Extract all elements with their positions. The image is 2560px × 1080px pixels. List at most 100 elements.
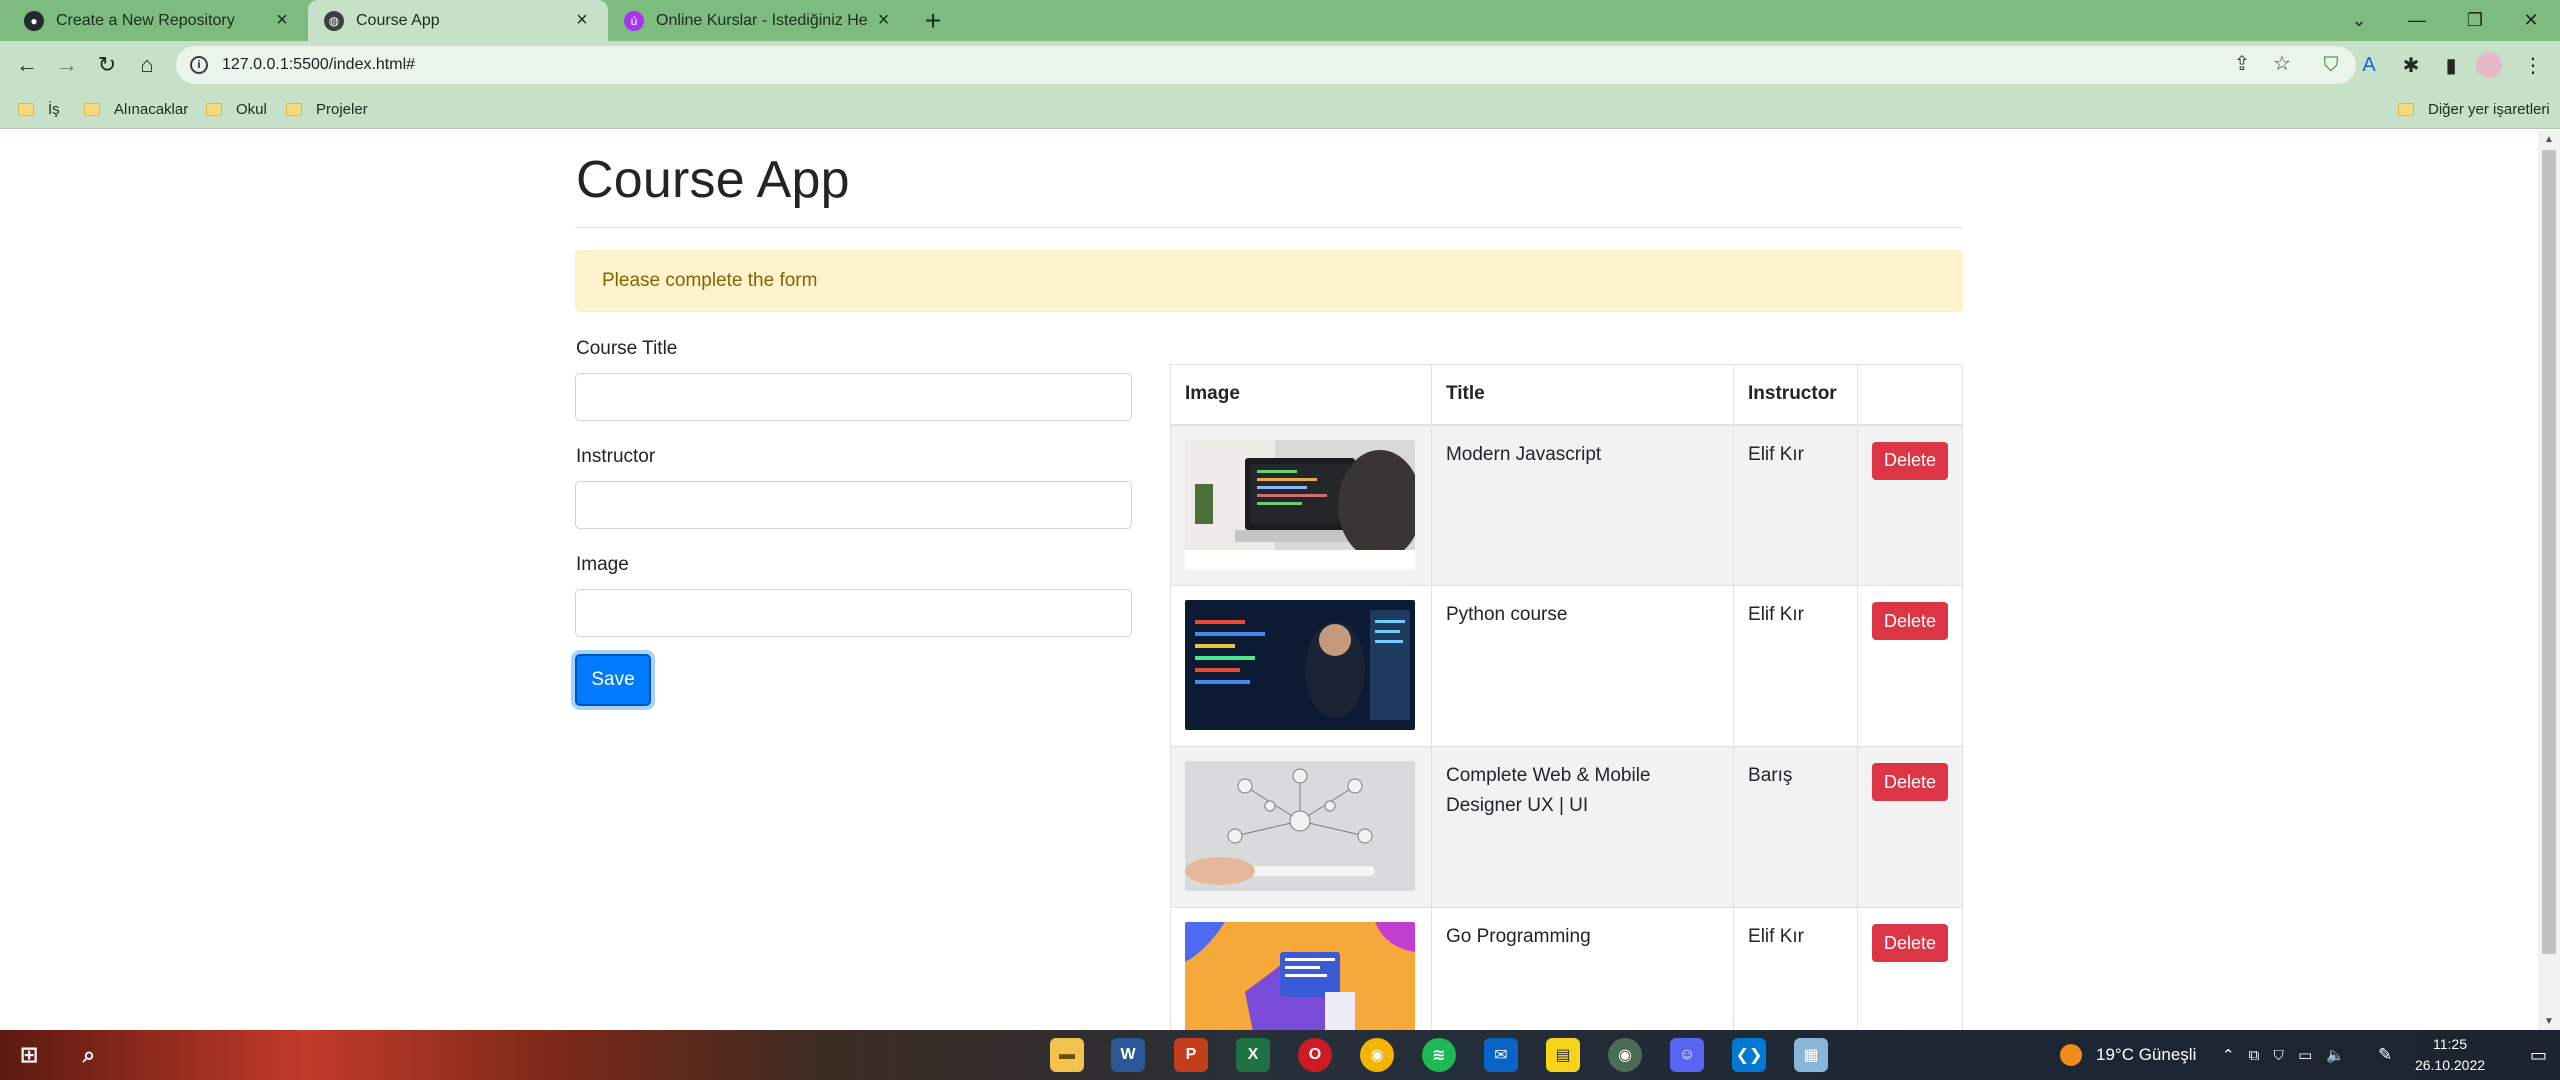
tab-search-icon[interactable]: ⌄ [2330, 0, 2388, 41]
word-icon[interactable]: W [1111, 1038, 1145, 1072]
folder-icon [18, 102, 34, 116]
home-icon[interactable]: ⌂ [130, 49, 164, 81]
minimize-icon[interactable]: — [2388, 0, 2446, 41]
scroll-up-arrow-icon[interactable]: ▲ [2538, 130, 2560, 148]
actions-cell: Delete [1856, 907, 1964, 1030]
mail-icon[interactable]: ✉ [1484, 1038, 1518, 1072]
save-button[interactable]: Save [575, 654, 651, 706]
tab-title: Create a New Repository [56, 11, 235, 29]
notifications-icon[interactable]: ▭ [2530, 1030, 2547, 1080]
profile-avatar[interactable] [2474, 50, 2504, 80]
instructor-cell: Barış [1733, 746, 1858, 908]
page-title: Course App [576, 151, 850, 209]
bookmark-label: Projeler [316, 100, 368, 118]
delete-button[interactable]: Delete [1871, 602, 1948, 640]
title-cell: Modern Javascript [1430, 424, 1735, 586]
translate-extension-icon[interactable]: A [2354, 50, 2384, 80]
instructor-input[interactable] [575, 481, 1132, 529]
image-cell [1170, 746, 1432, 908]
table-row: Complete Web & Mobile Designer UX | UI B… [1170, 746, 1964, 908]
menu-icon[interactable]: ⋮ [2518, 50, 2548, 80]
instructor-cell: Elif Kır [1733, 585, 1858, 747]
side-panel-icon[interactable]: ▮ [2436, 50, 2466, 80]
title-cell: Python course [1430, 585, 1735, 747]
forward-icon[interactable]: → [50, 49, 84, 81]
column-header-image: Image [1170, 364, 1432, 426]
close-window-icon[interactable]: ✕ [2502, 0, 2560, 41]
chrome-active-icon[interactable]: ◉ [1608, 1038, 1642, 1072]
excel-icon[interactable]: X [1236, 1038, 1270, 1072]
powerpoint-icon[interactable]: P [1174, 1038, 1208, 1072]
folder-icon [2398, 102, 2414, 116]
table-header-row: Image Title Instructor [1170, 364, 1964, 426]
sticky-notes-icon[interactable]: ▤ [1546, 1038, 1580, 1072]
vscode-icon[interactable]: ❮❯ [1732, 1038, 1766, 1072]
column-header-title: Title [1430, 364, 1735, 426]
close-icon[interactable]: × [272, 9, 292, 31]
image-label: Image [576, 554, 629, 575]
image-cell [1170, 585, 1432, 747]
delete-button[interactable]: Delete [1871, 763, 1948, 801]
bookmark-folder-alinacaklar[interactable]: Alınacaklar [84, 97, 188, 121]
bookmark-folder-other[interactable]: Diğer yer işaretleri [2398, 97, 2550, 121]
delete-button[interactable]: Delete [1871, 924, 1948, 962]
tab-online-kurslar[interactable]: ú Online Kurslar - İstediğiniz Her Şeyi … [608, 0, 908, 41]
course-thumbnail-go [1185, 922, 1415, 1030]
share-icon[interactable]: ⇪ [2228, 49, 2256, 77]
bookmark-folder-projeler[interactable]: Projeler [286, 97, 368, 121]
chrome-icon[interactable]: ◉ [1360, 1038, 1394, 1072]
notepad-icon[interactable]: ▦ [1794, 1038, 1828, 1072]
bookmark-folder-is[interactable]: İş [18, 97, 60, 121]
page-scrollbar[interactable]: ▲ ▼ [2538, 130, 2560, 1030]
instructor-cell: Elif Kır [1733, 907, 1858, 1030]
new-tab-icon[interactable]: + [918, 5, 948, 36]
course-thumbnail-ux-ui [1185, 761, 1415, 891]
back-icon[interactable]: ← [10, 49, 44, 81]
reload-icon[interactable]: ↻ [90, 49, 124, 81]
tab-strip: ● Create a New Repository × ◍ Course App… [0, 0, 2560, 41]
close-icon[interactable]: × [572, 9, 592, 31]
bookmark-label: Diğer yer işaretleri [2428, 100, 2550, 118]
url-text: 127.0.0.1:5500/index.html# [222, 56, 416, 73]
title-cell: Complete Web & Mobile Designer UX | UI [1430, 746, 1735, 908]
image-cell [1170, 907, 1432, 1030]
warning-alert: Please complete the form [575, 250, 1963, 312]
site-info-icon[interactable]: i [190, 56, 208, 74]
weather-widget[interactable]: 19°C Güneşli [2060, 1030, 2196, 1080]
search-icon[interactable]: ⌕ [72, 1038, 106, 1072]
discord-icon[interactable]: ☺ [1670, 1038, 1704, 1072]
actions-cell: Delete [1856, 424, 1964, 586]
tab-course-app[interactable]: ◍ Course App × [308, 0, 608, 41]
delete-button[interactable]: Delete [1871, 441, 1948, 480]
opera-icon[interactable]: O [1298, 1038, 1332, 1072]
table-row: Python course Elif Kır Delete [1170, 585, 1964, 747]
scroll-down-arrow-icon[interactable]: ▼ [2538, 1012, 2560, 1030]
address-bar[interactable]: i 127.0.0.1:5500/index.html# [176, 46, 2356, 84]
column-header-actions [1856, 364, 1964, 426]
pen-icon[interactable]: ✎ [2378, 1030, 2392, 1080]
file-explorer-icon[interactable]: ▬ [1050, 1038, 1084, 1072]
spotify-icon[interactable]: ≋ [1422, 1038, 1456, 1072]
clock-time: 11:25 [2433, 1036, 2467, 1052]
instructor-cell: Elif Kır [1733, 424, 1858, 586]
windows-start-icon[interactable]: ⊞ [12, 1038, 46, 1072]
course-thumbnail-javascript [1185, 439, 1415, 570]
course-title-input[interactable] [575, 373, 1132, 421]
folder-icon [206, 102, 222, 116]
shield-extension-icon[interactable]: ⛉ [2316, 50, 2346, 80]
close-icon[interactable]: × [875, 9, 892, 31]
restore-icon[interactable]: ❐ [2446, 0, 2504, 41]
taskbar-clock[interactable]: 11:25 26.10.2022 [2400, 1034, 2500, 1076]
tab-title: Online Kurslar - İstediğiniz Her Şeyi [656, 11, 868, 29]
image-input[interactable] [575, 589, 1132, 637]
bookmarks-bar: İş Alınacaklar Okul Projeler Diğer yer i… [0, 89, 2560, 129]
courses-table: Image Title Instructor Modern Javascript… [1170, 364, 1964, 1030]
instructor-label: Instructor [576, 446, 656, 467]
system-tray-icons[interactable]: ⌃⧉⛉▭🔈 [2222, 1030, 2359, 1080]
bookmark-folder-okul[interactable]: Okul [206, 97, 267, 121]
extensions-icon[interactable]: ✱ [2396, 50, 2426, 80]
bookmark-label: Okul [236, 100, 267, 118]
bookmark-star-icon[interactable]: ☆ [2268, 49, 2296, 77]
scrollbar-thumb[interactable] [2542, 150, 2556, 954]
tab-create-repository[interactable]: ● Create a New Repository × [8, 0, 308, 41]
